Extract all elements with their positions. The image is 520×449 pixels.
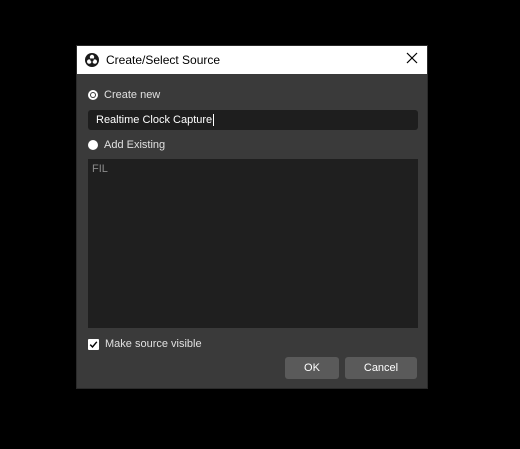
obs-icon (85, 53, 99, 67)
list-item[interactable]: FIL (92, 163, 108, 175)
close-icon (406, 51, 418, 69)
make-visible-label: Make source visible (105, 338, 202, 350)
make-visible-option[interactable]: Make source visible (88, 336, 202, 352)
dialog-titlebar[interactable]: Create/Select Source (77, 46, 427, 74)
create-new-option[interactable]: Create new (88, 87, 160, 103)
source-name-value: Realtime Clock Capture (96, 114, 213, 126)
add-existing-label: Add Existing (104, 139, 166, 151)
create-new-radio[interactable] (88, 90, 98, 100)
create-select-source-dialog: Create/Select Source Create new Realtime… (76, 45, 428, 389)
dialog-title: Create/Select Source (106, 53, 221, 67)
existing-sources-list[interactable]: FIL (88, 159, 418, 328)
add-existing-option[interactable]: Add Existing (88, 137, 165, 153)
add-existing-radio[interactable] (88, 140, 98, 150)
ok-button[interactable]: OK (285, 357, 339, 379)
text-caret (213, 114, 215, 126)
close-button[interactable] (397, 46, 427, 74)
cancel-button[interactable]: Cancel (345, 357, 417, 379)
source-name-input[interactable]: Realtime Clock Capture (88, 110, 418, 130)
make-visible-checkbox[interactable] (88, 338, 99, 350)
checkmark-icon (89, 340, 98, 348)
create-new-label: Create new (104, 89, 161, 101)
